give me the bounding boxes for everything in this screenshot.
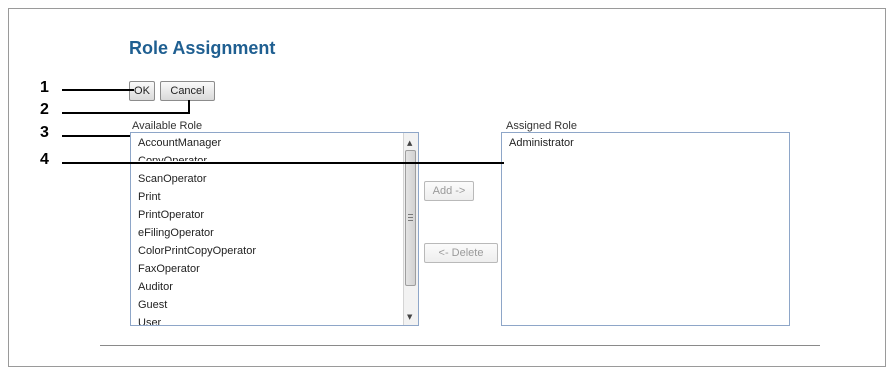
callout-1: 1 [40,79,49,96]
callout-2: 2 [40,101,49,118]
list-item[interactable]: PrintOperator [138,209,204,221]
callout-line-2 [62,112,190,114]
scroll-up-icon[interactable]: ▲ [407,139,412,147]
list-item[interactable]: AccountManager [138,137,221,149]
delete-button[interactable]: <- Delete [424,243,498,263]
scrollbar-thumb[interactable] [405,150,416,286]
add-button[interactable]: Add -> [424,181,474,201]
page-title: Role Assignment [129,38,276,58]
callout-3: 3 [40,124,49,141]
available-role-label: Available Role [132,120,203,132]
list-item[interactable]: FaxOperator [138,263,200,275]
list-item[interactable]: Print [138,191,161,203]
list-item[interactable]: eFilingOperator [138,227,214,239]
list-item[interactable]: ColorPrintCopyOperator [138,245,256,257]
list-item[interactable]: Auditor [138,281,173,293]
callout-4: 4 [40,151,49,168]
list-item[interactable]: Administrator [509,137,574,149]
callout-line-1 [62,89,134,91]
ok-button[interactable]: OK [129,81,155,101]
grip-icon [408,217,413,218]
grip-icon [408,220,413,221]
assigned-role-list[interactable]: Administrator [501,132,790,326]
callout-line-3 [62,135,130,137]
divider [100,345,820,346]
list-item[interactable]: ScanOperator [138,173,206,185]
callout-line-2-vertical [188,100,190,113]
callout-line-4 [62,162,504,164]
list-item[interactable]: User [138,317,161,325]
scroll-down-icon[interactable]: ▼ [407,313,412,321]
cancel-button[interactable]: Cancel [160,81,215,101]
assigned-role-label: Assigned Role [506,120,577,132]
grip-icon [408,214,413,215]
list-item[interactable]: Guest [138,299,167,311]
